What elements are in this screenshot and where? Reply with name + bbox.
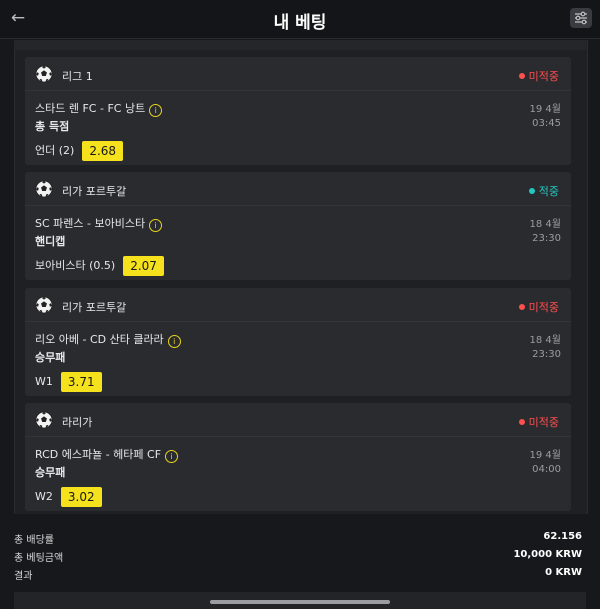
- bet-card[interactable]: 리가 포르투갈 미적중 리오 아베 - CD 산타 클라라 i 18 4월 승무패…: [25, 288, 571, 396]
- selection-row: 언더 (2) 2.68: [35, 141, 124, 161]
- league-name: 리그 1: [62, 70, 93, 83]
- match-teams-text: SC 파렌스 - 보아비스타: [35, 217, 146, 230]
- status-text: 미적중: [528, 70, 559, 83]
- total-odds-label: 총 배당률: [14, 535, 54, 546]
- match-teams: 리오 아베 - CD 산타 클라라 i: [35, 331, 181, 348]
- match-teams-text: 리오 아베 - CD 산타 클라라: [35, 333, 164, 346]
- bet-status: 적중: [528, 183, 559, 199]
- bet-card-header: 리그 1 미적중: [25, 57, 571, 91]
- bet-card-header: 리가 포르투갈 적중: [25, 172, 571, 206]
- market-name: 총 득점: [35, 120, 70, 133]
- selection-name: 보아비스타 (0.5): [35, 259, 116, 272]
- slip-top-strip: [14, 40, 586, 50]
- soccer-ball-icon: [35, 411, 53, 429]
- match-time: 23:30: [532, 233, 561, 244]
- match-teams-text: RCD 에스파뇰 - 헤타페 CF: [35, 448, 162, 461]
- result-value: 0 KRW: [545, 567, 582, 578]
- page-title: 내 베팅: [273, 13, 327, 33]
- league-name: 리가 포르투갈: [62, 301, 127, 314]
- soccer-ball-icon: [35, 180, 53, 198]
- match-time: 23:30: [532, 349, 561, 360]
- info-icon[interactable]: i: [149, 219, 163, 232]
- selection-name: W2: [35, 490, 53, 503]
- market-name: 핸디캡: [35, 235, 66, 248]
- match-teams: SC 파렌스 - 보아비스타 i: [35, 215, 163, 232]
- match-date: 18 4월: [529, 335, 561, 346]
- total-odds-value: 62.156: [543, 531, 582, 542]
- home-indicator[interactable]: [210, 600, 390, 604]
- selection-row: W2 3.02: [35, 487, 102, 507]
- bet-status: 미적중: [518, 299, 559, 315]
- selection-name: 언더 (2): [35, 144, 75, 157]
- status-dot-icon: [518, 419, 525, 425]
- bet-card-header: 리가 포르투갈 미적중: [25, 288, 571, 322]
- bet-card-header: 라리가 미적중: [25, 403, 571, 437]
- status-dot-icon: [518, 73, 525, 79]
- odds-badge: 3.71: [60, 372, 102, 392]
- league-name: 리가 포르투갈: [62, 185, 127, 198]
- status-dot-icon: [518, 304, 525, 310]
- match-teams-text: 스타드 렌 FC - FC 낭트: [35, 102, 146, 115]
- selection-name: W1: [35, 375, 53, 388]
- status-text: 미적중: [528, 301, 559, 314]
- status-dot-icon: [528, 188, 535, 194]
- league-name: 라리가: [62, 416, 93, 429]
- info-icon[interactable]: i: [149, 104, 163, 117]
- bet-card[interactable]: 라리가 미적중 RCD 에스파뇰 - 헤타페 CF i 19 4월 승무패 04:…: [25, 403, 571, 511]
- match-time: 04:00: [532, 464, 561, 475]
- odds-badge: 3.02: [60, 487, 102, 507]
- sliders-icon: [575, 11, 587, 25]
- info-icon[interactable]: i: [165, 450, 179, 463]
- filter-settings-button[interactable]: [570, 8, 592, 28]
- status-text: 미적중: [528, 416, 559, 429]
- market-name: 승무패: [35, 466, 66, 479]
- total-stake-label: 총 베팅금액: [14, 553, 64, 564]
- market-name: 승무패: [35, 351, 66, 364]
- soccer-ball-icon: [35, 296, 53, 314]
- soccer-ball-icon: [35, 65, 53, 83]
- selection-row: W1 3.71: [35, 372, 102, 392]
- bet-card[interactable]: 리가 포르투갈 적중 SC 파렌스 - 보아비스타 i 18 4월 핸디캡 23:…: [25, 172, 571, 280]
- info-icon[interactable]: i: [167, 335, 181, 348]
- match-teams: RCD 에스파뇰 - 헤타페 CF i: [35, 446, 179, 463]
- match-date: 19 4월: [529, 450, 561, 461]
- top-bar: ← 내 베팅: [0, 0, 600, 39]
- match-date: 18 4월: [529, 219, 561, 230]
- match-teams: 스타드 렌 FC - FC 낭트 i: [35, 100, 163, 117]
- bet-status: 미적중: [518, 414, 559, 430]
- match-date: 19 4월: [529, 104, 561, 115]
- bet-card[interactable]: 리그 1 미적중 스타드 렌 FC - FC 낭트 i 19 4월 총 득점 03…: [25, 57, 571, 165]
- result-label: 결과: [14, 571, 33, 582]
- bet-status: 미적중: [518, 68, 559, 84]
- match-time: 03:45: [532, 118, 561, 129]
- odds-badge: 2.07: [123, 256, 164, 276]
- total-stake-row: 총 베팅금액 10,000 KRW: [14, 549, 582, 564]
- status-text: 적중: [538, 185, 559, 198]
- result-row: 결과 0 KRW: [14, 567, 582, 582]
- total-odds-row: 총 배당률 62.156: [14, 531, 582, 546]
- total-stake-value: 10,000 KRW: [513, 549, 582, 560]
- odds-badge: 2.68: [82, 141, 124, 161]
- selection-row: 보아비스타 (0.5) 2.07: [35, 256, 164, 276]
